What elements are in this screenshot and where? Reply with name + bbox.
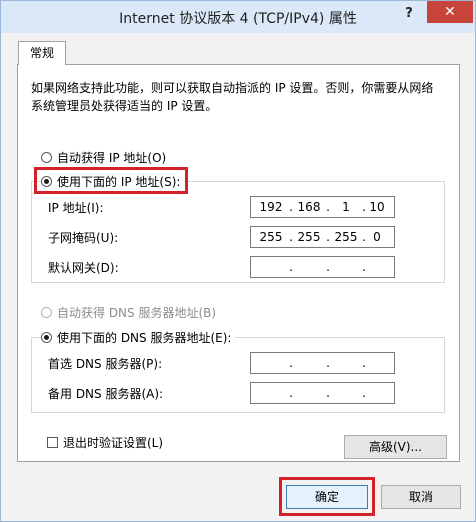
default-gateway-dot: . (289, 260, 293, 274)
radio-manual-dns-indicator[interactable] (41, 331, 52, 343)
subnet-mask-input[interactable]: 255 . 255 . 255 . 0 (250, 226, 395, 248)
description-text: 如果网络支持此功能，则可以获取自动指派的 IP 设置。否则，你需要从网络系统管理… (31, 81, 434, 113)
radio-auto-ip[interactable]: 自动获得 IP 地址(O) (41, 148, 171, 166)
radio-auto-dns-label: 自动获得 DNS 服务器地址(B) (57, 305, 217, 320)
default-gateway-input[interactable]: . . . (250, 256, 395, 278)
preferred-dns-input[interactable]: . . . (250, 352, 395, 374)
radio-manual-dns-label: 使用下面的 DNS 服务器地址(E): (57, 330, 232, 345)
ip-address-octet-3: 1 (342, 200, 350, 214)
ip-address-dot: . (289, 200, 293, 214)
radio-auto-dns-indicator[interactable] (41, 306, 52, 318)
validate-on-exit-checkbox[interactable]: 退出时验证设置(L) (47, 433, 168, 451)
subnet-mask-octet-2: 255 (297, 230, 321, 244)
alternate-dns-label: 备用 DNS 服务器(A): (48, 387, 164, 401)
default-gateway-dot: . (362, 260, 366, 274)
subnet-mask-label: 子网掩码(U): (48, 231, 119, 245)
radio-auto-ip-label: 自动获得 IP 地址(O) (57, 150, 167, 165)
validate-on-exit-box[interactable] (47, 436, 58, 448)
subnet-mask-octet-1: 255 (259, 230, 283, 244)
ip-address-octet-1: 192 (259, 200, 283, 214)
alternate-dns-dot: . (362, 386, 366, 400)
ip-address-input[interactable]: 192 . 168 . 1 . 10 (250, 196, 395, 218)
subnet-mask-dot: . (326, 230, 330, 244)
cancel-button[interactable]: 取消 (381, 485, 461, 509)
radio-auto-dns[interactable]: 自动获得 DNS 服务器地址(B) (41, 303, 221, 321)
title-bar[interactable]: Internet 协议版本 4 (TCP/IPv4) 属性 ? ✕ (1, 1, 475, 33)
close-button[interactable]: ✕ (427, 1, 473, 23)
subnet-mask-octet-3: 255 (334, 230, 358, 244)
alternate-dns-dot: . (289, 386, 293, 400)
dialog-window: Internet 协议版本 4 (TCP/IPv4) 属性 ? ✕ 常规 如果网… (0, 0, 476, 522)
ip-address-label: IP 地址(I): (48, 201, 104, 215)
validate-on-exit-label: 退出时验证设置(L) (63, 435, 164, 450)
ip-address-octet-2: 168 (297, 200, 321, 214)
preferred-dns-label: 首选 DNS 服务器(P): (48, 357, 163, 371)
ip-address-octet-4: 10 (369, 200, 385, 214)
preferred-dns-dot: . (362, 356, 366, 370)
ip-address-dot: . (326, 200, 330, 214)
highlight-ok-button (279, 477, 375, 516)
default-gateway-label: 默认网关(D): (48, 261, 119, 275)
tab-general[interactable]: 常规 (18, 41, 66, 65)
subnet-mask-octet-4: 0 (373, 230, 381, 244)
help-button[interactable]: ? (395, 3, 423, 25)
highlight-manual-ip (34, 167, 188, 194)
preferred-dns-dot: . (289, 356, 293, 370)
radio-auto-ip-indicator[interactable] (41, 151, 52, 163)
radio-manual-dns[interactable]: 使用下面的 DNS 服务器地址(E): (41, 328, 236, 346)
alternate-dns-input[interactable]: . . . (250, 382, 395, 404)
preferred-dns-dot: . (326, 356, 330, 370)
advanced-button[interactable]: 高级(V)... (344, 435, 447, 459)
subnet-mask-dot: . (289, 230, 293, 244)
alternate-dns-dot: . (326, 386, 330, 400)
default-gateway-dot: . (326, 260, 330, 274)
